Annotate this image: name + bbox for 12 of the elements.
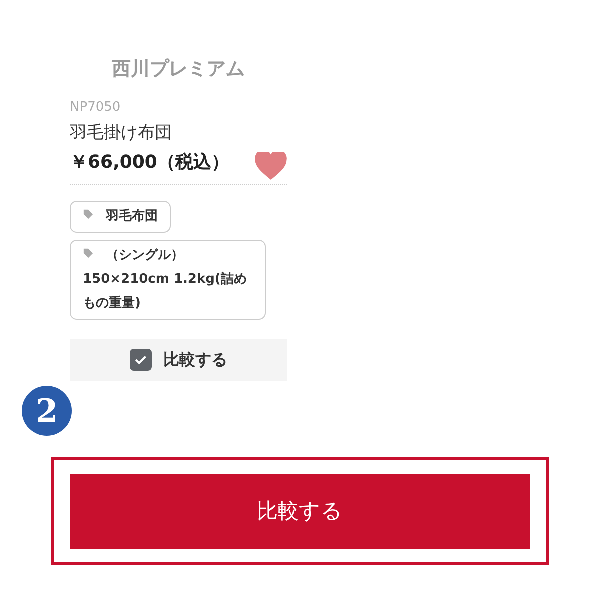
tag-chip[interactable]: （シングル） 150×210cm 1.2kg(詰めもの重量) [70, 240, 266, 320]
tag-icon [83, 209, 94, 220]
favorite-heart-icon[interactable] [255, 152, 287, 180]
compare-button[interactable]: 比較する [70, 474, 530, 548]
step-number-badge: 2 [22, 386, 72, 436]
product-price: ￥66,000（税込） [70, 151, 230, 174]
tag-chip[interactable]: 羽毛布団 [70, 201, 171, 233]
tag-icon [83, 248, 94, 259]
product-code: NP7050 [70, 100, 122, 115]
compare-checkbox[interactable]: 比較する [70, 339, 287, 381]
brand-logo: 西川プレミアム [111, 57, 246, 82]
product-name: 羽毛掛け布団 [70, 122, 173, 144]
